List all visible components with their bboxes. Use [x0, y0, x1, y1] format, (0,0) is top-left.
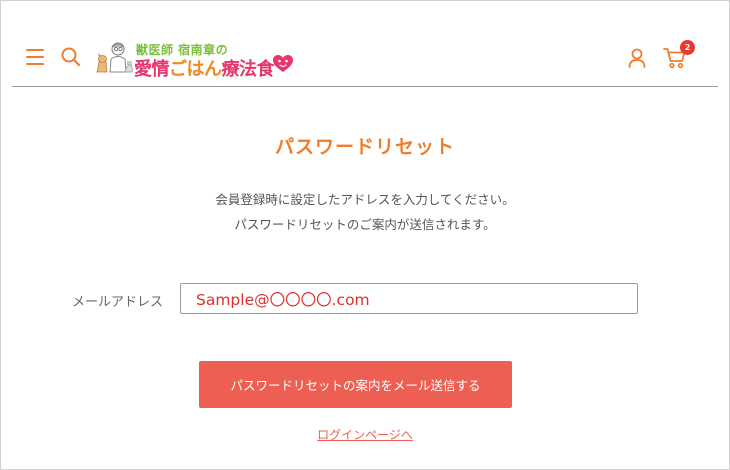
description-line-1: 会員登録時に設定したアドレスを入力してください。	[215, 192, 515, 207]
cart-count-badge: 2	[680, 40, 695, 55]
logo-title-part1: 愛情	[134, 59, 170, 80]
heart-icon	[273, 55, 293, 72]
user-icon[interactable]	[626, 47, 648, 69]
header-divider	[12, 86, 718, 87]
page-title: パスワードリセット	[274, 136, 455, 158]
logo-title: 愛情ごはん療法食	[134, 55, 274, 81]
login-link-wrapper: ログインページへ	[0, 426, 730, 443]
logo-title-part2: ごはん	[169, 59, 222, 80]
search-icon[interactable]	[60, 46, 82, 68]
logo-title-part3: 療法食	[221, 59, 275, 80]
email-field[interactable]	[180, 283, 638, 314]
vet-mascot-icon	[96, 42, 133, 73]
login-page-link[interactable]: ログインページへ	[317, 428, 413, 442]
send-reset-email-button[interactable]: パスワードリセットの案内をメール送信する	[199, 361, 512, 408]
site-logo[interactable]: 獣医師 宿南章の 愛情ごはん療法食	[94, 40, 304, 80]
description-line-2: パスワードリセットのご案内が送信されます。	[234, 217, 496, 232]
hamburger-menu-icon[interactable]	[26, 48, 46, 66]
site-header: 獣医師 宿南章の 愛情ごはん療法食 2	[0, 0, 730, 88]
email-label: メールアドレス	[72, 295, 164, 310]
